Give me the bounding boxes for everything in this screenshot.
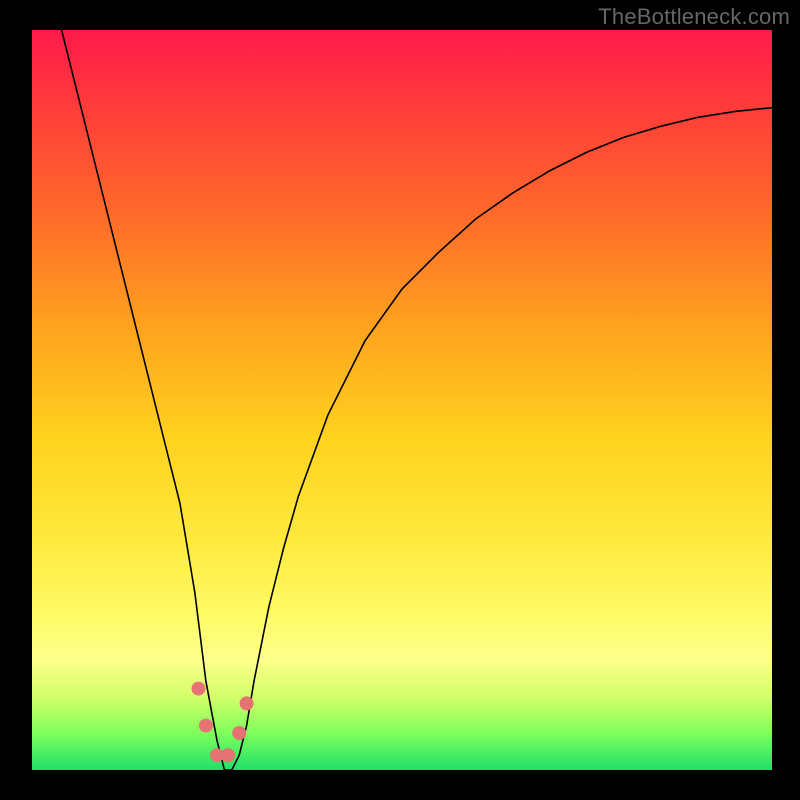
curve-marker — [221, 748, 235, 762]
curve-marker — [232, 726, 246, 740]
curve-marker — [192, 682, 206, 696]
curve-markers — [192, 682, 254, 763]
watermark-text: TheBottleneck.com — [598, 4, 790, 30]
plot-area — [32, 30, 772, 770]
bottleneck-curve — [62, 30, 772, 770]
curve-marker — [199, 719, 213, 733]
chart-frame: TheBottleneck.com — [0, 0, 800, 800]
curve-marker — [240, 696, 254, 710]
curve-svg — [32, 30, 772, 770]
